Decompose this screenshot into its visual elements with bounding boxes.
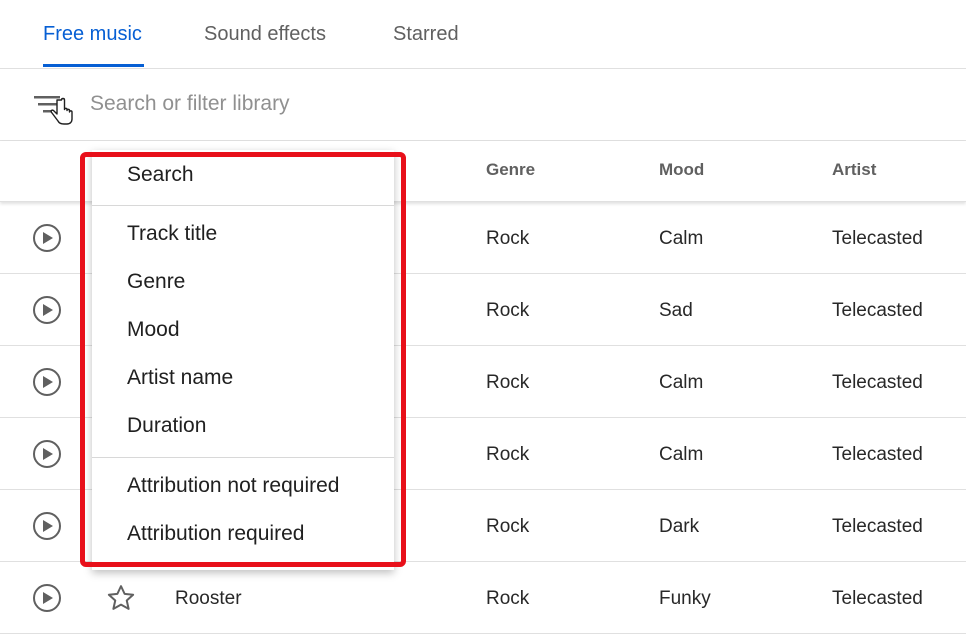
artist-cell[interactable]: Telecasted	[832, 372, 923, 394]
genre-cell: Rock	[486, 588, 530, 609]
star-outline-icon[interactable]	[106, 583, 136, 618]
track-title-cell: Rooster	[175, 588, 242, 609]
filter-icon[interactable]	[34, 96, 74, 132]
artist-cell[interactable]: Telecasted	[832, 588, 923, 610]
genre-cell: Rock	[486, 228, 530, 249]
column-header-mood[interactable]: Mood	[659, 160, 704, 180]
play-icon[interactable]	[33, 440, 61, 468]
hand-cursor-icon	[50, 97, 73, 125]
tab-sound-effects[interactable]: Sound effects	[204, 0, 326, 68]
highlight-box	[80, 152, 406, 567]
tab-starred[interactable]: Starred	[393, 0, 459, 68]
artist-cell[interactable]: Telecasted	[832, 516, 923, 538]
play-icon[interactable]	[33, 584, 61, 612]
mood-cell: Funky	[659, 588, 711, 609]
tab-bar: Free music Sound effects Starred	[0, 0, 966, 69]
active-tab-indicator	[43, 64, 144, 67]
artist-cell[interactable]: Telecasted	[832, 228, 923, 250]
tab-free-music[interactable]: Free music	[43, 0, 142, 68]
artist-cell[interactable]: Telecasted	[832, 300, 923, 322]
search-input[interactable]	[90, 86, 590, 122]
genre-cell: Rock	[486, 372, 530, 393]
play-icon[interactable]	[33, 296, 61, 324]
mood-cell: Dark	[659, 516, 700, 537]
mood-cell: Calm	[659, 228, 704, 249]
table-row[interactable]: Rooster Rock Funky Telecasted	[0, 562, 966, 634]
column-header-artist[interactable]: Artist	[832, 160, 876, 180]
genre-cell: Rock	[486, 444, 530, 465]
play-icon[interactable]	[33, 368, 61, 396]
mood-cell: Calm	[659, 444, 704, 465]
artist-cell[interactable]: Telecasted	[832, 444, 923, 466]
mood-cell: Sad	[659, 300, 693, 321]
play-icon[interactable]	[33, 224, 61, 252]
genre-cell: Rock	[486, 300, 530, 321]
column-header-genre[interactable]: Genre	[486, 160, 535, 180]
genre-cell: Rock	[486, 516, 530, 537]
mood-cell: Calm	[659, 372, 704, 393]
play-icon[interactable]	[33, 512, 61, 540]
